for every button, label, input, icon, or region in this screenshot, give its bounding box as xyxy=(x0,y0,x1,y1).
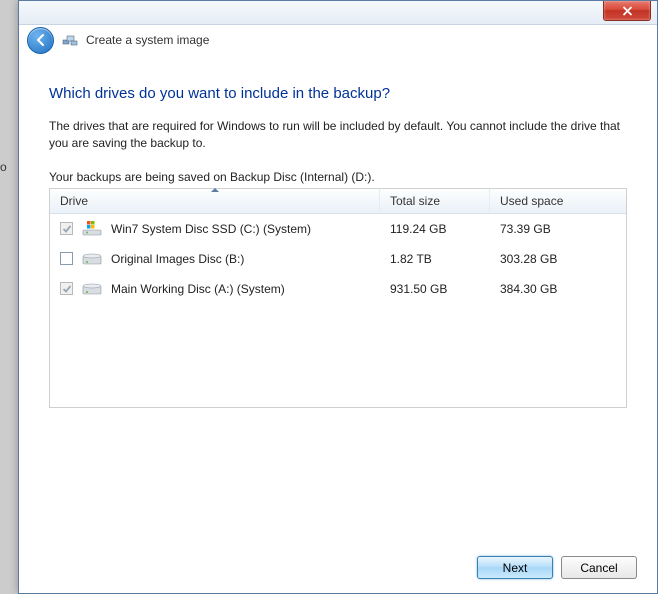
arrow-left-icon xyxy=(34,33,48,47)
titlebar xyxy=(19,1,657,25)
cell-drive: Original Images Disc (B:) xyxy=(60,250,390,268)
drive-icon xyxy=(81,220,103,238)
header-row: Create a system image xyxy=(19,25,657,55)
cell-drive: Main Working Disc (A:) (System) xyxy=(60,280,390,298)
off-window-fragment: o xyxy=(0,160,7,174)
column-label: Used space xyxy=(500,194,563,208)
wizard-window: Create a system image Which drives do yo… xyxy=(18,0,658,594)
column-label: Total size xyxy=(390,194,440,208)
cell-used-space: 384.30 GB xyxy=(500,282,616,296)
column-header-used[interactable]: Used space xyxy=(490,189,626,213)
column-header-total[interactable]: Total size xyxy=(380,189,490,213)
table-row[interactable]: Original Images Disc (B:) 1.82 TB303.28 G… xyxy=(50,244,626,274)
drive-icon xyxy=(81,250,103,268)
column-label: Drive xyxy=(60,194,88,208)
cell-used-space: 73.39 GB xyxy=(500,222,616,236)
drive-name: Main Working Disc (A:) (System) xyxy=(111,282,285,296)
drive-name: Win7 System Disc SSD (C:) (System) xyxy=(111,222,311,236)
close-icon xyxy=(622,6,633,16)
cell-total-size: 1.82 TB xyxy=(390,252,500,266)
table-body: Win7 System Disc SSD (C:) (System) 119.24… xyxy=(50,214,626,304)
next-button[interactable]: Next xyxy=(477,556,553,579)
button-label: Next xyxy=(503,561,528,575)
cell-total-size: 119.24 GB xyxy=(390,222,500,236)
cell-drive: Win7 System Disc SSD (C:) (System) xyxy=(60,220,390,238)
column-header-drive[interactable]: Drive xyxy=(50,189,380,213)
cell-total-size: 931.50 GB xyxy=(390,282,500,296)
system-image-icon xyxy=(62,32,78,48)
content-area: Which drives do you want to include in t… xyxy=(19,55,657,408)
window-title: Create a system image xyxy=(86,33,209,47)
back-button[interactable] xyxy=(27,27,54,54)
drive-name: Original Images Disc (B:) xyxy=(111,252,244,266)
cell-used-space: 303.28 GB xyxy=(500,252,616,266)
drive-checkbox[interactable] xyxy=(60,252,73,265)
sort-asc-icon xyxy=(211,188,219,192)
table-header: Drive Total size Used space xyxy=(50,189,626,214)
table-row[interactable]: Main Working Disc (A:) (System) 931.50 GB… xyxy=(50,274,626,304)
drive-checkbox xyxy=(60,282,73,295)
backup-destination-text: Your backups are being saved on Backup D… xyxy=(49,170,627,184)
drive-icon xyxy=(81,280,103,298)
close-button[interactable] xyxy=(603,1,651,21)
wizard-footer: Next Cancel xyxy=(477,556,637,579)
cancel-button[interactable]: Cancel xyxy=(561,556,637,579)
drive-table: Drive Total size Used space Win7 System … xyxy=(49,188,627,408)
table-row[interactable]: Win7 System Disc SSD (C:) (System) 119.24… xyxy=(50,214,626,244)
button-label: Cancel xyxy=(580,561,617,575)
page-description: The drives that are required for Windows… xyxy=(49,118,627,152)
page-heading: Which drives do you want to include in t… xyxy=(49,85,627,102)
drive-checkbox xyxy=(60,222,73,235)
